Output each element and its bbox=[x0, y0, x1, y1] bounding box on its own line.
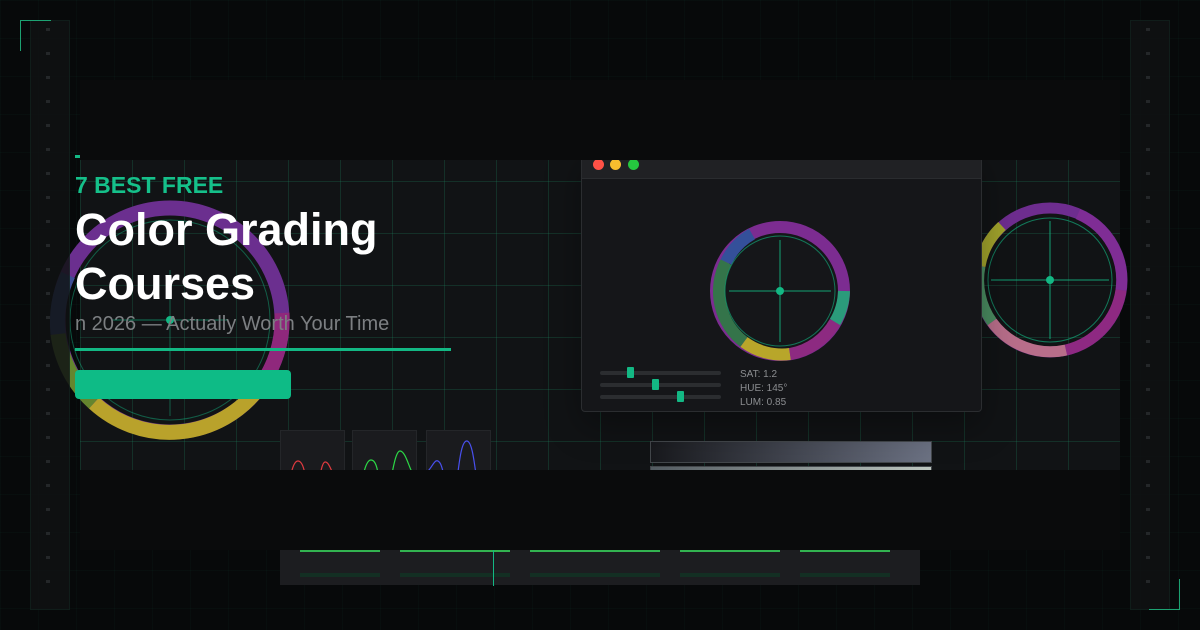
timeline-dim-clip-4 bbox=[680, 573, 780, 577]
page-subtitle: n 2026 — Actually Worth Your Time bbox=[75, 313, 390, 335]
page-title-line-1: Color Grading bbox=[75, 204, 378, 255]
top-left-corner-marker bbox=[20, 20, 51, 51]
luminance-readout: LUM: 0.85 bbox=[740, 397, 787, 408]
close-dot-icon[interactable] bbox=[593, 159, 604, 170]
hue-readout: HUE: 145° bbox=[740, 383, 788, 394]
primary-color-wheel-icon[interactable] bbox=[710, 221, 850, 361]
bottom-right-corner-marker bbox=[1149, 579, 1180, 610]
left-film-rail bbox=[30, 20, 70, 610]
luminance-slider-thumb[interactable] bbox=[677, 391, 684, 402]
left-rail-holes bbox=[46, 28, 50, 598]
right-film-rail bbox=[1130, 20, 1170, 610]
hue-slider-track[interactable] bbox=[600, 379, 721, 390]
eyebrow-label: 7 BEST FREE bbox=[75, 172, 224, 198]
shadows-gradient-bar bbox=[650, 441, 932, 463]
top-letterbox-shade bbox=[80, 80, 1120, 160]
saturation-slider-thumb[interactable] bbox=[627, 367, 634, 378]
right-rail-holes bbox=[1146, 28, 1150, 598]
timeline-dim-clip-3 bbox=[530, 573, 660, 577]
color-grading-window: SAT: 1.2 HUE: 145° LUM: 0.85 bbox=[581, 150, 982, 412]
saturation-slider-track[interactable] bbox=[600, 367, 721, 378]
color-grading-course-banner: 7 BEST FREE Color Grading Courses n 2026… bbox=[0, 0, 1200, 630]
bottom-letterbox-shade bbox=[80, 470, 1120, 550]
saturation-readout: SAT: 1.2 bbox=[740, 369, 778, 380]
timeline-dim-clip-1 bbox=[300, 573, 380, 577]
maximize-dot-icon[interactable] bbox=[628, 159, 639, 170]
timeline-dim-clip-5 bbox=[800, 573, 890, 577]
minimize-dot-icon[interactable] bbox=[610, 159, 621, 170]
right-color-wheel-icon bbox=[972, 202, 1128, 358]
page-title-line-2: Courses bbox=[75, 258, 256, 309]
hue-slider-thumb[interactable] bbox=[652, 379, 659, 390]
cta-button[interactable] bbox=[75, 370, 291, 399]
luminance-slider-track[interactable] bbox=[600, 391, 721, 402]
hero-bottom-accent-line bbox=[75, 348, 451, 351]
